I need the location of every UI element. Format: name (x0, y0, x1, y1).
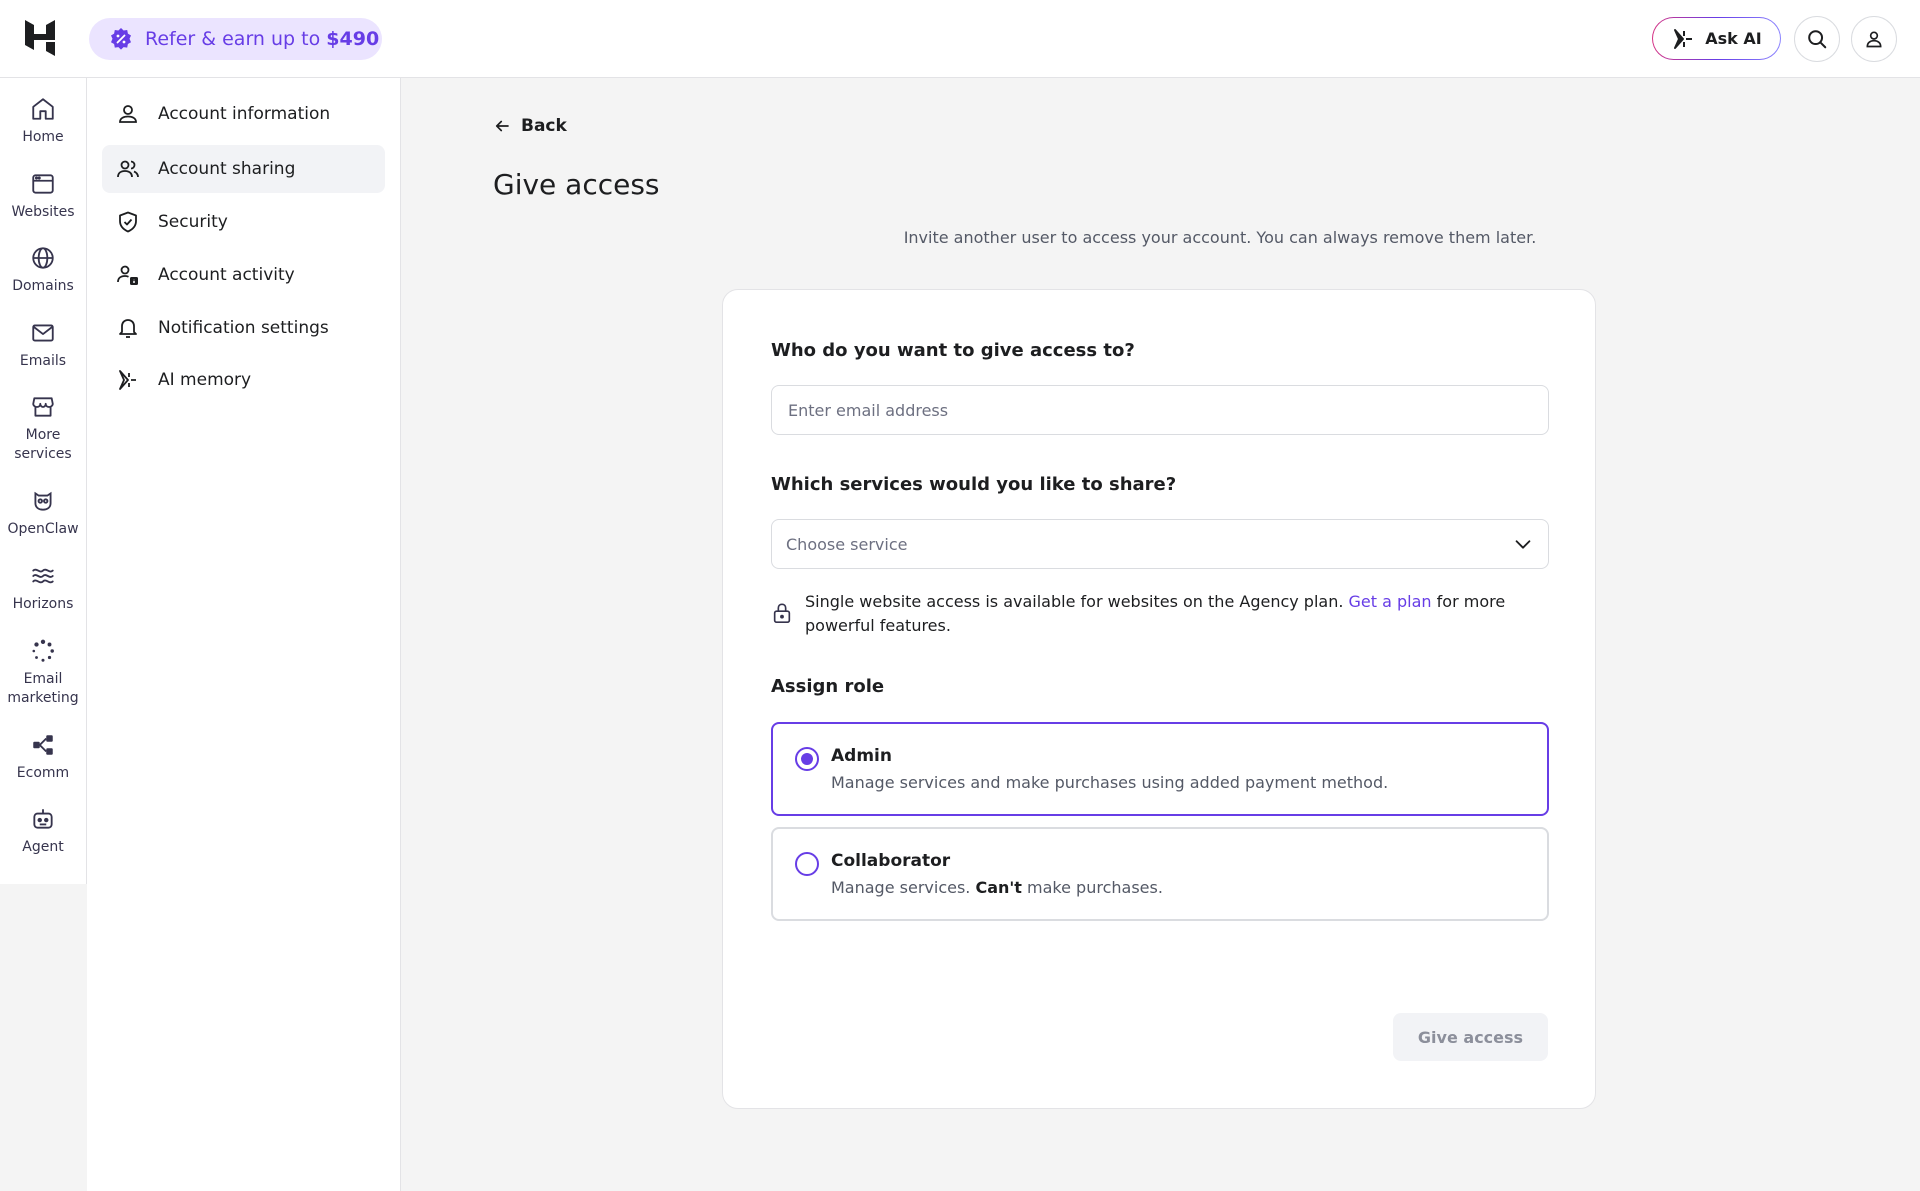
nav-ecomm-label: Ecomm (16, 765, 70, 781)
nav-agent-label: Agent (22, 839, 64, 855)
assign-role-heading: Assign role (771, 676, 885, 697)
nav-more-services[interactable]: More services (0, 394, 86, 464)
chevron-down-icon (1515, 540, 1531, 549)
role-description: Manage services and make purchases using… (831, 773, 1389, 792)
nav-agent[interactable]: Agent (0, 806, 86, 857)
user-icon (1864, 29, 1884, 49)
discount-badge-icon (109, 27, 133, 51)
nav-horizons[interactable]: Horizons (0, 563, 86, 614)
top-bar: Refer & earn up to $490 Ask AI (0, 0, 1920, 78)
search-button[interactable] (1794, 16, 1840, 62)
agency-plan-notice: Single website access is available for w… (771, 590, 1551, 638)
sidebar-item-label: Security (158, 212, 228, 232)
main-nav-rail: Home Websites Domains Emails More servic… (0, 78, 87, 884)
role-title: Admin (831, 746, 892, 766)
role-description: Manage services. Can't make purchases. (831, 878, 1163, 897)
nav-openclaw[interactable]: OpenClaw (0, 488, 86, 539)
bell-icon (119, 319, 137, 338)
sidebar-item-account-sharing[interactable]: Account sharing (102, 145, 385, 193)
email-input[interactable] (771, 385, 1549, 435)
shield-check-icon (119, 211, 137, 233)
sparkle-icon (119, 370, 136, 390)
nav-emails-label: Emails (19, 353, 67, 369)
nav-emails[interactable]: Emails (0, 320, 86, 371)
refer-earn-banner[interactable]: Refer & earn up to $490 (89, 18, 382, 60)
service-select[interactable]: Choose service (771, 519, 1549, 569)
lock-icon (773, 603, 791, 623)
services-question: Which services would you like to share? (771, 474, 1177, 495)
refer-text: Refer & earn up to $490 (145, 28, 380, 50)
share-nodes-icon (33, 735, 53, 755)
nav-websites[interactable]: Websites (0, 171, 86, 222)
loader-dots-icon (32, 639, 54, 662)
get-a-plan-link[interactable]: Get a plan (1349, 592, 1432, 611)
nav-home-label: Home (22, 129, 64, 145)
nav-email-marketing-label: Email marketing (7, 671, 79, 706)
role-option-admin[interactable]: Admin Manage services and make purchases… (771, 722, 1549, 816)
nav-more-services-label: More services (14, 427, 72, 462)
hostinger-logo-icon[interactable] (22, 18, 62, 58)
store-icon (32, 397, 54, 417)
browser-window-icon (32, 174, 54, 194)
user-info-icon (117, 265, 138, 285)
robot-icon (33, 809, 53, 829)
user-icon (119, 105, 137, 123)
give-access-form-card: Who do you want to give access to? Which… (722, 289, 1596, 1109)
nav-ecomm[interactable]: Ecomm (0, 732, 86, 783)
nav-websites-label: Websites (11, 204, 75, 220)
page-title: Give access (493, 168, 660, 201)
users-icon (117, 160, 139, 178)
sidebar-item-label: AI memory (158, 370, 252, 390)
sidebar-item-label: Account sharing (158, 159, 296, 179)
arrow-left-icon (495, 120, 509, 132)
nav-openclaw-label: OpenClaw (7, 521, 79, 537)
search-icon (1806, 28, 1828, 50)
sidebar-item-label: Notification settings (158, 318, 329, 338)
sidebar-item-label: Account activity (158, 265, 295, 285)
sidebar-item-notification-settings[interactable]: Notification settings (102, 304, 385, 352)
sidebar-item-label: Account information (158, 104, 331, 124)
sidebar-item-account-information[interactable]: Account information (102, 90, 385, 138)
radio-collaborator[interactable] (795, 852, 819, 876)
sidebar-item-account-activity[interactable]: Account activity (102, 251, 385, 299)
service-select-placeholder: Choose service (786, 534, 908, 554)
back-label: Back (521, 116, 567, 136)
mail-icon (32, 324, 54, 342)
role-option-collaborator[interactable]: Collaborator Manage services. Can't make… (771, 827, 1549, 921)
nav-domains-label: Domains (12, 278, 74, 294)
nav-horizons-label: Horizons (12, 596, 74, 612)
waves-icon (32, 568, 54, 584)
sidebar-item-ai-memory[interactable]: AI memory (102, 356, 385, 404)
nav-home[interactable]: Home (0, 96, 86, 147)
owl-icon (34, 491, 52, 511)
ask-ai-button[interactable]: Ask AI (1652, 17, 1781, 60)
ai-sparkle-icon (1671, 27, 1695, 51)
page-subtitle: Invite another user to access your accou… (903, 228, 1537, 247)
email-question: Who do you want to give access to? (771, 340, 1135, 361)
globe-icon (32, 247, 54, 269)
sidebar-item-security[interactable]: Security (102, 198, 385, 246)
give-access-button[interactable]: Give access (1393, 1013, 1548, 1061)
account-settings-sidebar: Account information Account sharing Secu… (87, 78, 401, 1191)
nav-email-marketing[interactable]: Email marketing (0, 638, 86, 708)
profile-button[interactable] (1851, 16, 1897, 62)
home-icon (32, 98, 54, 120)
radio-admin[interactable] (795, 747, 819, 771)
back-link[interactable]: Back (493, 116, 567, 136)
ask-ai-label: Ask AI (1705, 29, 1762, 48)
notice-text: Single website access is available for w… (805, 592, 1506, 635)
role-title: Collaborator (831, 851, 951, 871)
nav-domains[interactable]: Domains (0, 245, 86, 296)
